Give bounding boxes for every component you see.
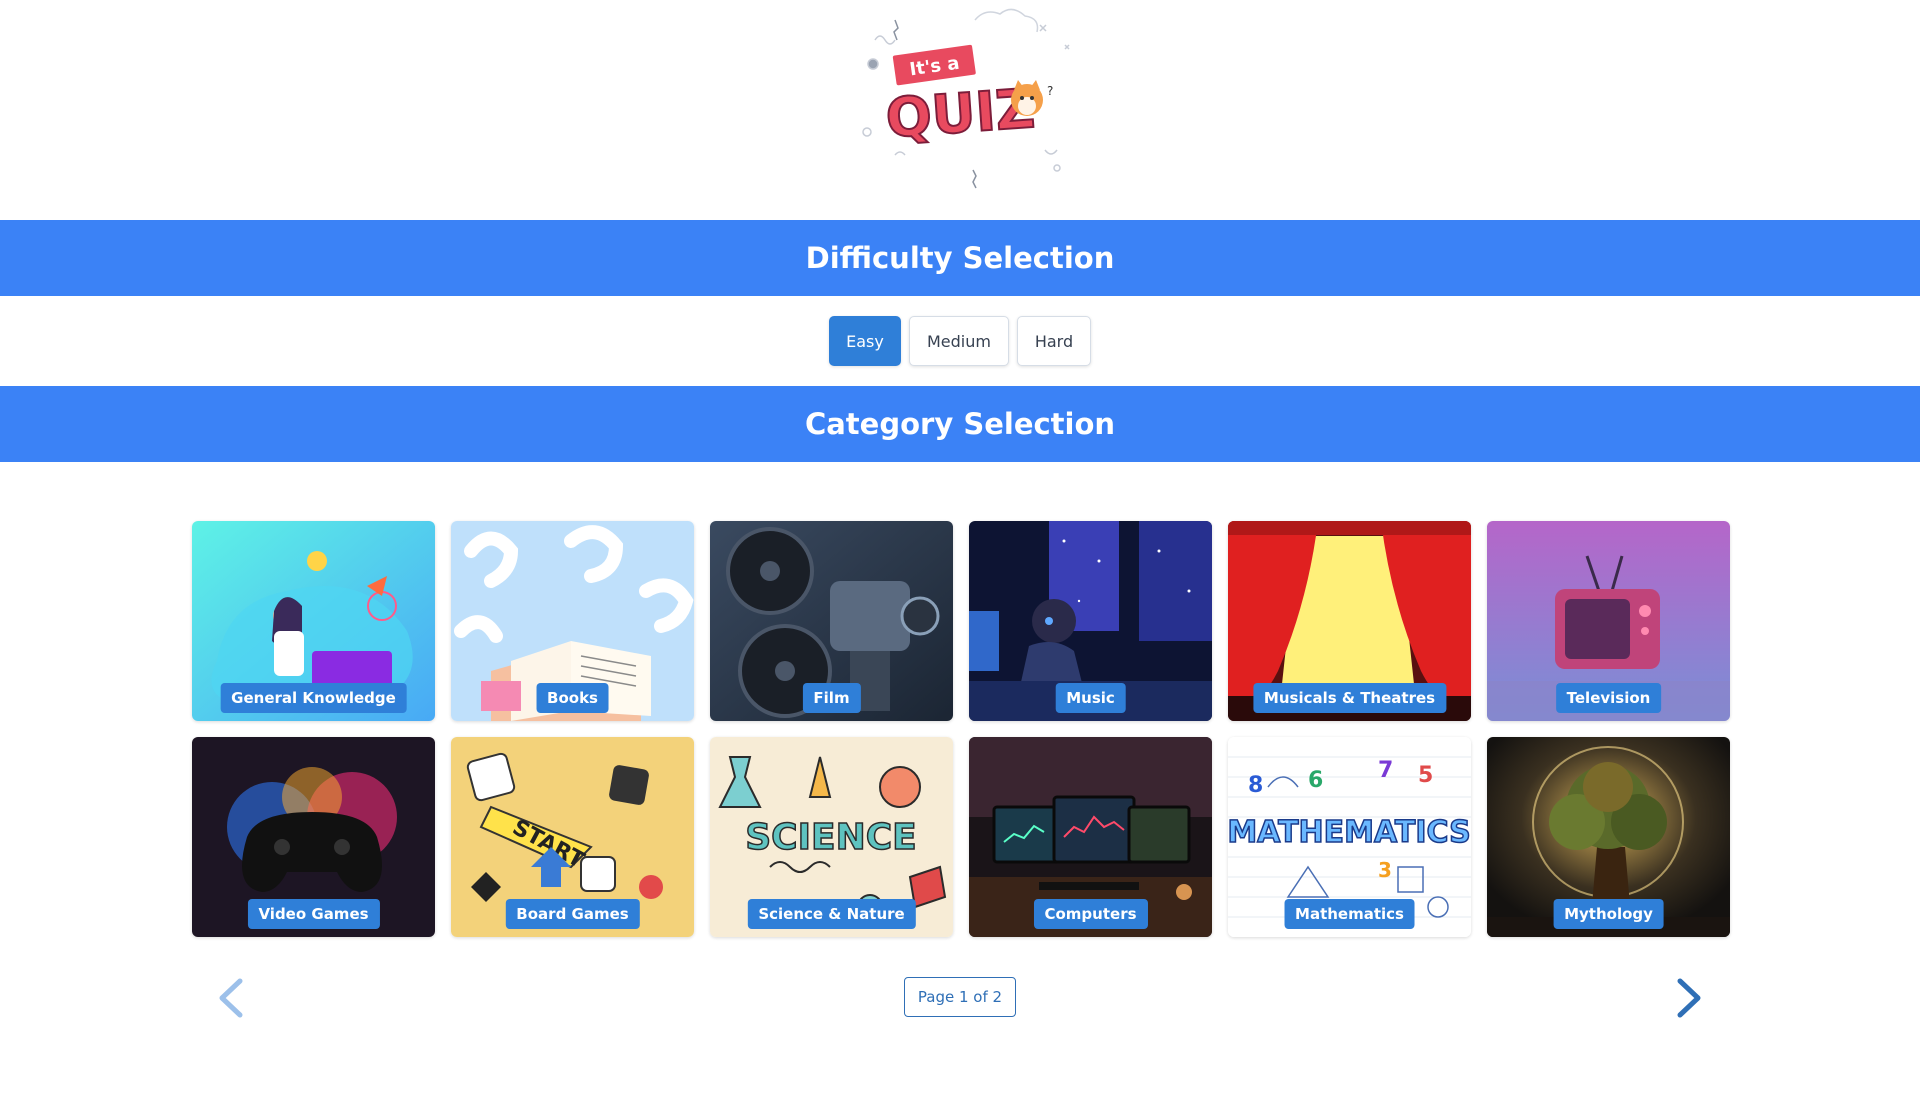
svg-text:6: 6: [1308, 768, 1323, 793]
category-header: Category Selection: [0, 386, 1920, 462]
quiz-logo: It's a QUIZ ?: [795, 0, 1125, 205]
svg-text:MATHEMATICS: MATHEMATICS: [1228, 815, 1471, 850]
category-card-science-nature[interactable]: SCIENCE Science & Nature: [710, 737, 953, 937]
category-label: Science & Nature: [747, 899, 916, 929]
category-card-general-knowledge[interactable]: General Knowledge: [192, 521, 435, 721]
category-label: General Knowledge: [220, 683, 407, 713]
category-card-mathematics[interactable]: 8 6 7 5 3 MATHEMATICS Mathematics: [1228, 737, 1471, 937]
category-label: Board Games: [505, 899, 640, 929]
category-label: Film: [802, 683, 861, 713]
category-label: Books: [536, 683, 609, 713]
pagination: Page 1 of 2: [0, 977, 1920, 1019]
svg-text:7: 7: [1378, 758, 1393, 783]
category-label: Mathematics: [1284, 899, 1415, 929]
svg-text:SCIENCE: SCIENCE: [745, 817, 916, 858]
category-label: Video Games: [247, 899, 380, 929]
chevron-right-icon[interactable]: [1668, 977, 1708, 1019]
category-card-computers[interactable]: Computers: [969, 737, 1212, 937]
svg-text:5: 5: [1418, 763, 1433, 788]
chevron-left-icon[interactable]: [212, 977, 252, 1019]
category-card-books[interactable]: Books: [451, 521, 694, 721]
difficulty-hard-button[interactable]: Hard: [1017, 316, 1091, 366]
category-grid: General Knowledge Books Film Music Music…: [192, 521, 1730, 937]
logo-line2: QUIZ: [884, 77, 1037, 150]
svg-text:3: 3: [1378, 858, 1392, 882]
difficulty-header: Difficulty Selection: [0, 220, 1920, 296]
category-card-film[interactable]: Film: [710, 521, 953, 721]
logo-badge: It's a: [892, 44, 976, 86]
category-card-board-games[interactable]: START Board Games: [451, 737, 694, 937]
difficulty-title: Difficulty Selection: [805, 241, 1115, 275]
difficulty-medium-button[interactable]: Medium: [909, 316, 1009, 366]
category-label: Musicals & Theatres: [1252, 683, 1447, 713]
difficulty-easy-button[interactable]: Easy: [829, 316, 901, 366]
category-card-musicals-theatres[interactable]: Musicals & Theatres: [1228, 521, 1471, 721]
category-card-music[interactable]: Music: [969, 521, 1212, 721]
category-label: Mythology: [1553, 899, 1664, 929]
svg-text:?: ?: [1047, 84, 1053, 98]
category-card-television[interactable]: Television: [1487, 521, 1730, 721]
category-label: Music: [1055, 683, 1126, 713]
category-label: Television: [1555, 683, 1662, 713]
difficulty-options: Easy Medium Hard: [0, 316, 1920, 366]
page-indicator: Page 1 of 2: [904, 977, 1016, 1017]
svg-text:8: 8: [1248, 773, 1263, 798]
category-label: Computers: [1033, 899, 1148, 929]
category-card-video-games[interactable]: Video Games: [192, 737, 435, 937]
category-title: Category Selection: [804, 407, 1116, 441]
category-card-mythology[interactable]: Mythology: [1487, 737, 1730, 937]
